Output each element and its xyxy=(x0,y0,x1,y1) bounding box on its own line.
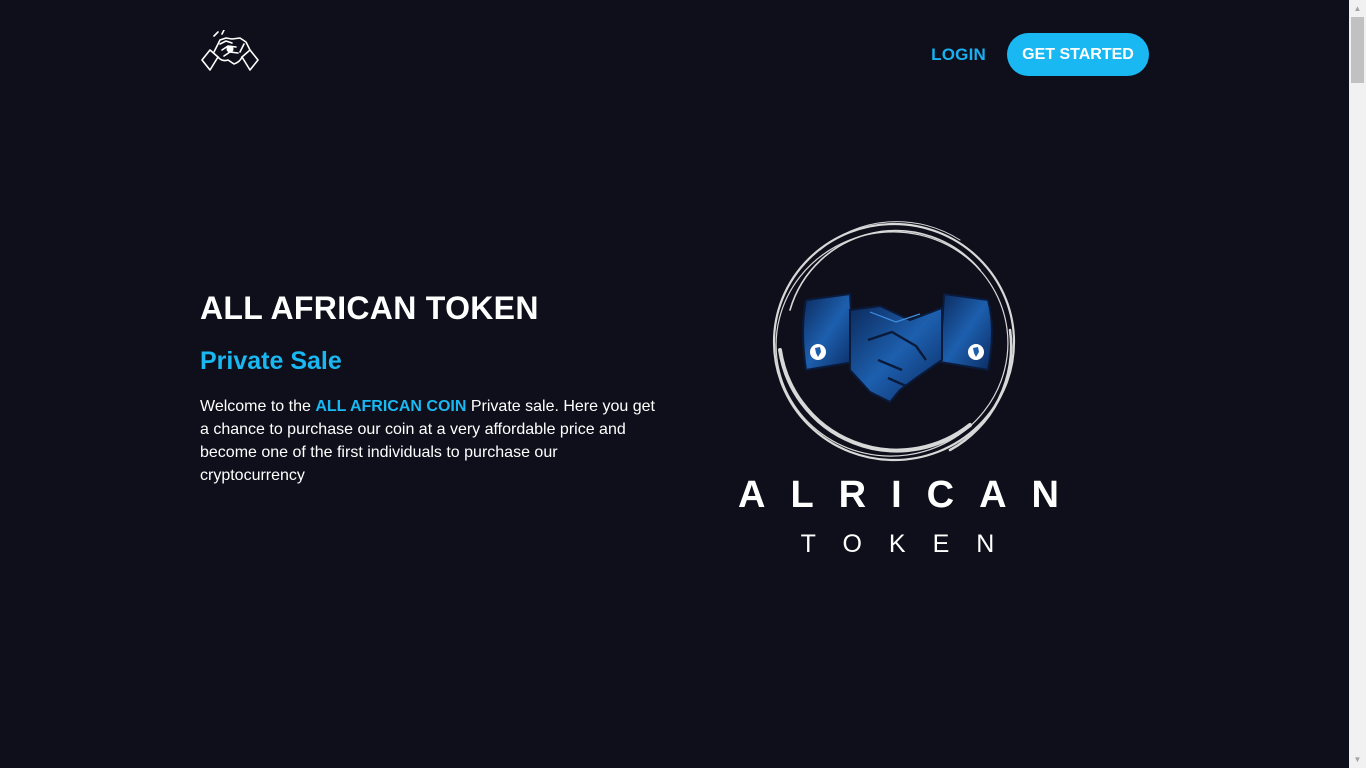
scrollbar-thumb[interactable] xyxy=(1351,17,1364,83)
hero-title: ALL AFRICAN TOKEN xyxy=(200,290,539,326)
scroll-up-arrow-icon[interactable]: ▲ xyxy=(1349,0,1366,17)
site-header: LOGIN GET STARTED xyxy=(200,28,1149,84)
handshake-circle-logo-icon xyxy=(772,221,1016,462)
handshake-fist-logo-icon xyxy=(201,29,259,71)
header-logo-link[interactable] xyxy=(200,29,260,74)
login-link[interactable]: LOGIN xyxy=(931,45,986,65)
hero-desc-highlight: ALL AFRICAN COIN xyxy=(315,398,467,415)
scroll-down-arrow-icon[interactable]: ▼ xyxy=(1349,751,1366,768)
hero-subtitle: Private Sale xyxy=(200,347,342,375)
brand-wordmark-sub: TOKEN xyxy=(800,530,1022,558)
hero-description: Welcome to the ALL AFRICAN COIN Private … xyxy=(200,395,656,487)
get-started-button[interactable]: GET STARTED xyxy=(1007,33,1149,76)
hero-section: ALL AFRICAN TOKEN Private Sale Welcome t… xyxy=(200,288,670,487)
page-scrollbar[interactable]: ▲ ▼ xyxy=(1349,0,1366,768)
header-nav: LOGIN GET STARTED xyxy=(931,33,1149,76)
brand-wordmark-main: ALRICAN xyxy=(738,474,1084,516)
hero-desc-prefix: Welcome to the xyxy=(200,398,316,415)
page: LOGIN GET STARTED ALL AFRICAN TOKEN Priv… xyxy=(0,0,1349,768)
